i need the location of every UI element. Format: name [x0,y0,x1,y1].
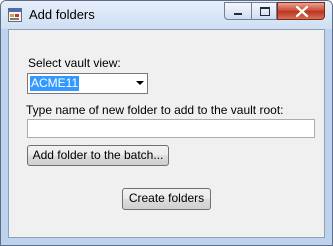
title-bar[interactable]: Add folders [1,1,332,29]
dialog-client-area: Select vault view: ACME11 Type name of n… [8,29,325,238]
add-folders-window: Add folders Select vault view: ACME11 Ty… [0,0,333,246]
new-folder-label: Type name of new folder to add to the va… [26,103,284,117]
close-button[interactable] [277,2,325,20]
vault-view-selected-value: ACME11 [30,76,80,91]
maximize-button[interactable] [251,2,277,20]
chevron-down-icon[interactable] [136,81,144,85]
vault-view-label: Select vault view: [28,56,121,70]
window-title: Add folders [29,7,95,22]
app-window-icon [8,8,22,22]
minimize-button[interactable] [224,2,251,20]
maximize-icon [260,7,270,16]
vault-view-select[interactable]: ACME11 [27,73,148,94]
minimize-icon [234,13,242,15]
add-folder-to-batch-button[interactable]: Add folder to the batch... [27,145,169,166]
close-icon [295,5,309,18]
create-folders-button[interactable]: Create folders [122,188,211,210]
new-folder-name-input[interactable] [27,119,315,138]
